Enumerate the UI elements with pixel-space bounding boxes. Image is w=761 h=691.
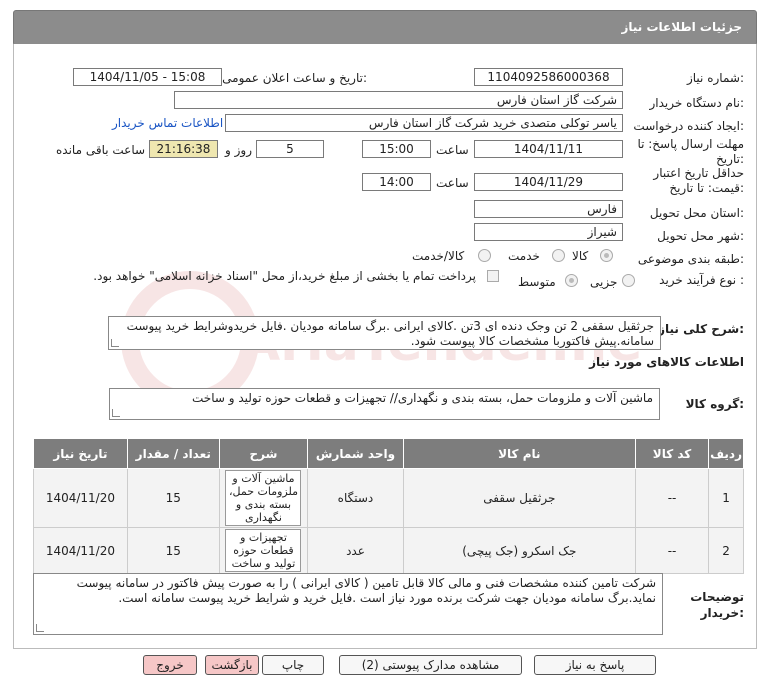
need-number-field: 1104092586000368 [474, 68, 623, 86]
city-field: شیراز [474, 223, 623, 241]
deadline-time-field: 15:00 [362, 140, 431, 158]
deadline-label: مهلت ارسال پاسخ: تا تاریخ: [637, 137, 744, 166]
buyer-notes-textarea: شرکت تامین کننده مشخصات فنی و مالی کالا … [33, 573, 663, 635]
price-validity-label: حداقل تاریخ اعتبار قیمت: تا تاریخ: [653, 166, 744, 195]
treasury-checkbox[interactable] [487, 270, 499, 282]
attachments-button[interactable]: مشاهده مدارک پیوستی (2) [339, 655, 522, 675]
cell-desc-wrap: ماشین آلات و ملزومات حمل، بسته بندی و نگ… [218, 468, 309, 528]
province-field: فارس [474, 200, 623, 218]
col-header-index: ردیف [708, 438, 744, 469]
process-label: نوع فرآیند خرید : [659, 273, 744, 287]
goods-group-label: گروه کالا: [685, 397, 744, 411]
col-header-name: نام کالا [402, 438, 636, 469]
cell-desc: ماشین آلات و ملزومات حمل، بسته بندی و نگ… [225, 470, 302, 526]
col-header-unit: واحد شمارش [307, 438, 404, 469]
process-option-medium: متوسط [518, 275, 556, 289]
cell-code: -- [634, 468, 710, 528]
city-label: شهر محل تحویل: [657, 229, 744, 243]
process-radio-minor[interactable] [622, 274, 635, 287]
cell-name: جرثقیل سقفی [402, 468, 636, 528]
goods-group-text: ماشین آلات و ملزومات حمل، بسته بندی و نگ… [192, 391, 653, 405]
resize-grip-icon[interactable] [112, 409, 120, 417]
description-textarea: جرثقیل سقفی 2 تن وجک دنده ای 3تن .کالای … [108, 316, 661, 350]
buyer-contact-link[interactable]: اطلاعات تماس خریدار [112, 116, 223, 130]
remaining-time-label: ساعت باقی مانده [56, 143, 146, 157]
province-label: استان محل تحویل: [649, 206, 744, 220]
announce-datetime-label: تاریخ و ساعت اعلان عمومی: [222, 71, 367, 85]
deadline-days-label: روز و [225, 143, 252, 157]
buyer-org-label: نام دستگاه خریدار: [649, 96, 745, 110]
cell-date: 1404/11/20 [33, 468, 128, 528]
goods-group-textarea: ماشین آلات و ملزومات حمل، بسته بندی و نگ… [109, 388, 660, 420]
description-text: جرثقیل سقفی 2 تن وجک دنده ای 3تن .کالای … [126, 319, 654, 348]
table-row: 1 -- جرثقیل سقفی دستگاه ماشین آلات و ملز… [33, 468, 744, 528]
col-header-qty: تعداد / مقدار [126, 438, 220, 469]
table-header-row: ردیف کد کالا نام کالا واحد شمارش شرح تعد… [33, 438, 744, 469]
need-number-label: شماره نیاز: [686, 71, 744, 85]
category-radio-service[interactable] [552, 249, 565, 262]
goods-info-title: اطلاعات کالاهای مورد نیاز [589, 355, 744, 369]
cell-unit: دستگاه [307, 468, 404, 528]
items-table: ردیف کد کالا نام کالا واحد شمارش شرح تعد… [33, 438, 744, 574]
resize-grip-icon[interactable] [111, 339, 119, 347]
category-radio-goods[interactable] [600, 249, 613, 262]
buyer-notes-label: توضیحات خریدار: [690, 590, 744, 620]
creator-field: یاسر توکلی متصدی خرید شرکت گاز استان فار… [225, 114, 623, 132]
category-option-goods: کالا [572, 249, 589, 263]
cell-desc: تجهیزات و قطعات حوزه تولید و ساخت [225, 529, 302, 572]
back-button[interactable]: بازگشت [205, 655, 259, 675]
price-validity-time-field: 14:00 [362, 173, 431, 191]
cell-qty: 15 [126, 468, 220, 528]
buyer-notes-text: شرکت تامین کننده مشخصات فنی و مالی کالا … [76, 576, 656, 605]
cell-index: 1 [708, 468, 744, 528]
treasury-note: پرداخت تمام یا بخشی از مبلغ خرید،از محل … [93, 269, 476, 283]
deadline-date-field: 1404/11/11 [474, 140, 623, 158]
reply-button[interactable]: پاسخ به نیاز [534, 655, 656, 675]
print-button[interactable]: چاپ [262, 655, 324, 675]
resize-grip-icon[interactable] [36, 624, 44, 632]
cell-name: جک اسکرو (جک پیچی) [402, 527, 636, 574]
category-radio-both[interactable] [478, 249, 491, 262]
deadline-days-field: 5 [256, 140, 324, 158]
col-header-code: کد کالا [634, 438, 710, 469]
page-title: جزئیات اطلاعات نیاز [621, 20, 742, 34]
cell-code: -- [634, 527, 710, 574]
process-radio-medium[interactable] [565, 274, 578, 287]
cell-qty: 15 [126, 527, 220, 574]
page-header: جزئیات اطلاعات نیاز [13, 10, 757, 46]
category-option-service: خدمت [508, 249, 540, 263]
price-validity-date-field: 1404/11/29 [474, 173, 623, 191]
creator-label: ایجاد کننده درخواست: [633, 119, 744, 133]
buyer-org-field: شرکت گاز استان فارس [174, 91, 623, 109]
cell-index: 2 [708, 527, 744, 574]
deadline-time-label: ساعت [436, 143, 469, 157]
exit-button[interactable]: خروج [143, 655, 197, 675]
cell-unit: عدد [307, 527, 404, 574]
cell-date: 1404/11/20 [33, 527, 128, 574]
description-label: شرح کلی نیاز: [658, 322, 744, 336]
col-header-date: تاریخ نیاز [33, 438, 128, 469]
category-option-both: کالا/خدمت [412, 249, 465, 263]
category-label: طبقه بندی موضوعی: [637, 252, 744, 266]
cell-desc-wrap: تجهیزات و قطعات حوزه تولید و ساخت [218, 527, 309, 574]
announce-datetime-field: 1404/11/05 - 15:08 [73, 68, 222, 86]
col-header-desc: شرح [218, 438, 309, 469]
remaining-time-field: 21:16:38 [149, 140, 218, 158]
process-option-minor: جزیی [590, 275, 618, 289]
price-validity-time-label: ساعت [436, 176, 469, 190]
table-row: 2 -- جک اسکرو (جک پیچی) عدد تجهیزات و قط… [33, 527, 744, 574]
